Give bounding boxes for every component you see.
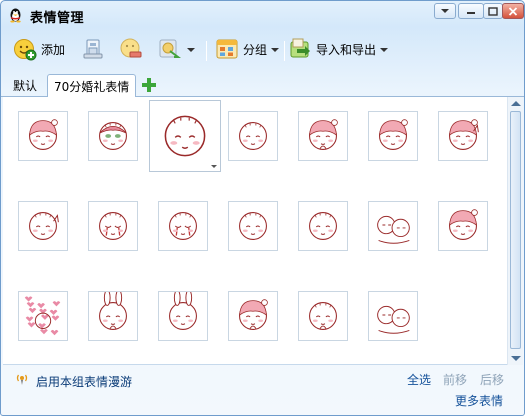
group-tab-bar: 默认 70分婚礼表情	[1, 71, 524, 98]
emoticon-swap-icon	[159, 39, 181, 58]
emoticon-tile[interactable]	[298, 111, 348, 161]
emoticon-remove-icon	[120, 38, 142, 58]
scroll-up-arrow-icon[interactable]	[511, 101, 521, 106]
qq-penguin-icon	[10, 8, 21, 23]
add-emoticon-icon	[14, 39, 37, 61]
file-save-icon	[83, 39, 103, 59]
emoticon-tile[interactable]	[438, 201, 488, 251]
toolbar: 添加 分组 导入和导出	[1, 31, 524, 67]
scrollbar-thumb[interactable]	[510, 111, 521, 349]
tile-menu-arrow-icon[interactable]	[211, 165, 217, 168]
emoticon-tile[interactable]	[438, 111, 488, 161]
emoticon-tile[interactable]	[228, 111, 278, 161]
export-file-button[interactable]	[81, 36, 105, 62]
footer-bar: 启用本组表情漫游 全选 前移 后移 更多表情	[1, 365, 524, 415]
emoticon-tile[interactable]	[18, 291, 68, 341]
minimize-button[interactable]	[458, 3, 484, 19]
emoticon-tile[interactable]	[298, 291, 348, 341]
maximize-button[interactable]	[483, 3, 503, 19]
tab-wedding-emoticons[interactable]: 70分婚礼表情	[47, 74, 137, 98]
minimize-icon	[467, 12, 475, 14]
emoticon-tile[interactable]	[368, 201, 418, 251]
emoticon-tile[interactable]	[88, 201, 138, 251]
group-button-label: 分组	[243, 42, 268, 57]
group-button[interactable]: 分组	[215, 36, 280, 62]
emoticon-tile[interactable]	[368, 111, 418, 161]
emoticon-tile[interactable]	[158, 291, 208, 341]
import-export-icon	[290, 38, 310, 58]
select-all-link[interactable]: 全选	[407, 371, 431, 388]
emoticon-tile[interactable]	[18, 111, 68, 161]
import-export-dropdown-arrow-icon	[380, 48, 389, 52]
emoticon-tile[interactable]	[149, 100, 221, 172]
window-menu-button[interactable]	[434, 3, 456, 19]
window-title: 表情管理	[30, 11, 85, 26]
move-backward-link[interactable]: 后移	[480, 371, 504, 388]
emoticon-tile[interactable]	[368, 291, 418, 341]
delete-emoticon-button[interactable]	[119, 36, 143, 62]
emoticon-tile[interactable]	[158, 201, 208, 251]
emoticon-tile[interactable]	[228, 291, 278, 341]
roaming-signal-icon	[16, 374, 28, 385]
emoticon-tile[interactable]	[298, 201, 348, 251]
emoticon-tile[interactable]	[18, 201, 68, 251]
toolbar-separator	[206, 41, 207, 61]
emoticon-tile[interactable]	[88, 111, 138, 161]
add-group-plus-icon[interactable]	[141, 77, 157, 93]
scroll-down-arrow-icon[interactable]	[511, 356, 521, 361]
close-button[interactable]	[502, 3, 524, 19]
emoticon-tile[interactable]	[88, 291, 138, 341]
more-emoticons-link[interactable]: 更多表情	[455, 392, 503, 409]
add-button-label: 添加	[41, 42, 66, 57]
toolbar-separator	[284, 41, 285, 61]
title-bar: 表情管理	[1, 1, 524, 29]
move-forward-link[interactable]: 前移	[443, 371, 467, 388]
emoticon-tile[interactable]	[228, 201, 278, 251]
group-dropdown-arrow-icon	[271, 48, 280, 52]
import-export-button[interactable]: 导入和导出	[288, 36, 389, 62]
import-export-label: 导入和导出	[316, 42, 377, 57]
replace-emoticon-button[interactable]	[157, 36, 195, 62]
vertical-scrollbar[interactable]	[507, 97, 523, 365]
menu-arrow-icon	[441, 9, 449, 13]
enable-roaming-link[interactable]: 启用本组表情漫游	[36, 373, 132, 390]
replace-dropdown-arrow-icon	[187, 48, 195, 52]
tab-default[interactable]: 默认	[7, 74, 43, 97]
maximize-icon	[488, 6, 498, 16]
emoticon-manager-window: 表情管理 添加 分组 导入和导出 默认 70分婚礼表情 启用本组表情漫游 全选 …	[0, 0, 525, 416]
close-icon	[508, 6, 518, 16]
emoticon-grid	[3, 97, 523, 365]
add-button[interactable]: 添加	[13, 36, 65, 62]
group-grid-icon	[216, 39, 238, 59]
